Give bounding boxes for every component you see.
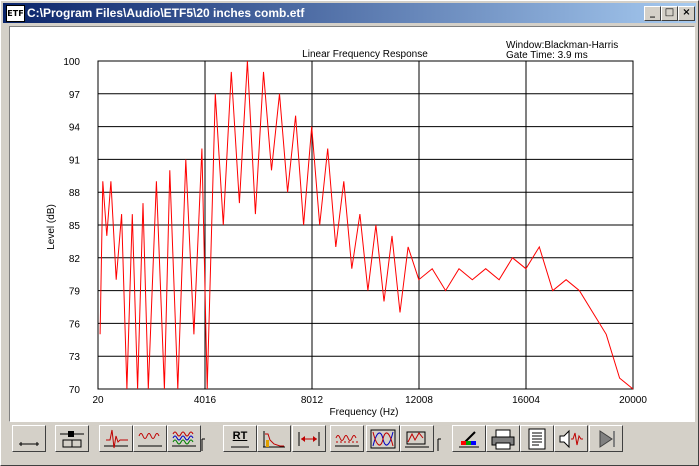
play-button[interactable] [589,425,623,452]
wave-icon [138,433,162,447]
printer-icon [491,429,515,450]
phase-icon [370,429,396,449]
rt-button[interactable]: RT [223,425,257,452]
y-tick-label: 97 [69,90,81,101]
delay-button[interactable] [292,425,326,452]
app-window: ETF C:\Program Files\Audio\ETF5\20 inche… [0,0,699,466]
range-arrows-icon [298,432,320,446]
response-compare-button[interactable] [330,425,364,452]
color-button[interactable] [452,425,486,452]
x-tick-label: 20000 [619,395,647,406]
y-tick-label: 85 [69,221,81,232]
x-axis-label: Frequency (Hz) [330,407,399,418]
toolbar: RT [9,425,693,457]
window-settings-button[interactable] [55,425,89,452]
x-tick-label: 20 [92,395,104,406]
y-tick-label: 94 [69,123,81,134]
print-button[interactable] [486,425,520,452]
title-bar[interactable]: ETF C:\Program Files\Audio\ETF5\20 inche… [3,3,696,23]
decay-icon [263,431,285,448]
y-tick-label: 76 [69,319,81,330]
toolbar-separator [201,425,205,452]
phase-button[interactable] [366,425,400,452]
y-tick-label: 91 [69,155,81,166]
impulse-icon [104,429,128,449]
impulse-view-button[interactable] [12,425,46,452]
rt-text-icon [231,446,249,448]
close-button[interactable]: × [678,6,695,21]
baseline-icon [19,442,39,446]
multi-wave-icon [172,431,196,447]
x-tick-label: 16004 [512,395,540,406]
gate-time-text: Gate Time: 3.9 ms [506,50,588,61]
overlay-response-button[interactable] [167,425,201,452]
y-tick-label: 100 [63,57,80,68]
tick-labels: 70 73 76 79 82 85 88 91 94 97 100 20 4016 8012 12008 16… [63,57,647,406]
minimize-button[interactable]: _ [644,6,661,21]
play-icon [599,430,615,448]
maximize-button[interactable]: □ [661,6,678,21]
toolbar-separator [437,425,441,452]
chart-area: Linear Frequency Response Window:Blackma… [9,26,695,422]
slider-window-icon [60,431,84,448]
color-pen-icon [459,431,479,448]
chart-title: Linear Frequency Response [302,49,428,60]
filter-button[interactable] [400,425,434,452]
impulse-response-button[interactable] [99,425,133,452]
app-icon[interactable]: ETF [6,5,25,22]
y-tick-label: 82 [69,254,81,265]
filter-icon [405,431,429,448]
speaker-button[interactable] [554,425,588,452]
waterfall-button[interactable] [257,425,291,452]
x-tick-label: 4016 [194,395,217,406]
y-tick-label: 88 [69,188,81,199]
x-tick-label: 12008 [405,395,433,406]
frequency-response-button[interactable] [133,425,167,452]
window-title: C:\Program Files\Audio\ETF5\20 inches co… [27,6,305,20]
x-tick-label: 8012 [301,395,324,406]
y-tick-label: 73 [69,352,81,363]
speaker-icon [559,429,583,449]
y-axis-label: Level (dB) [46,204,57,250]
y-tick-label: 70 [69,385,81,396]
comb-wave-icon [335,435,359,447]
frequency-response-chart: Linear Frequency Response Window:Blackma… [46,40,647,418]
report-button[interactable] [520,425,554,452]
grid [97,60,634,390]
y-tick-label: 79 [69,287,81,298]
document-icon [528,428,546,450]
